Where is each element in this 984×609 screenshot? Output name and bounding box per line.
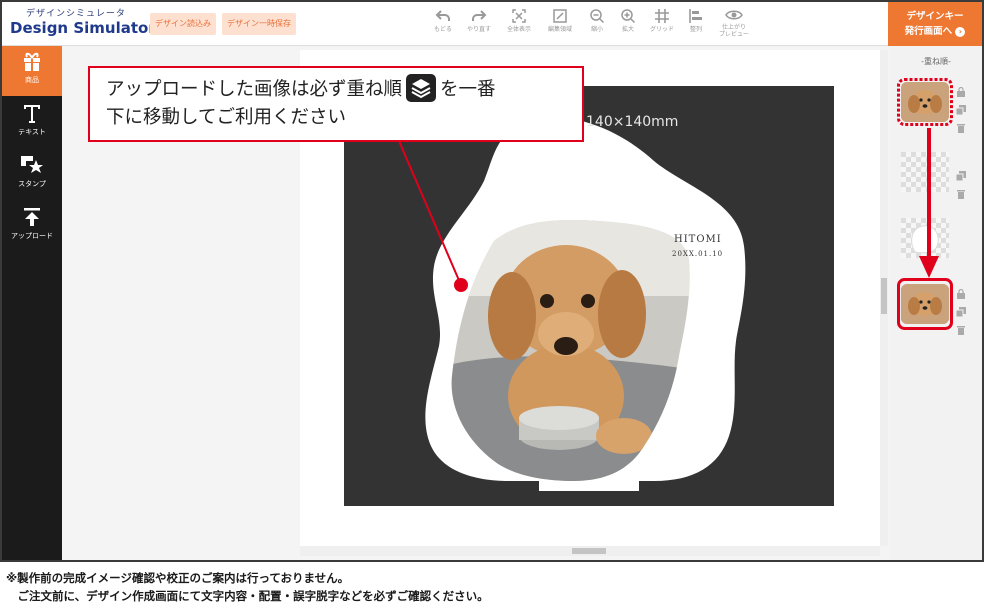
stamp-icon (21, 156, 43, 173)
vertical-scroll-thumb[interactable] (881, 278, 887, 314)
sidebar-item-stamp[interactable]: スタンプ (2, 150, 62, 200)
app-logo[interactable]: デザインシミュレータ Design Simulator (10, 6, 156, 42)
zoom-out-label: 縮小 (590, 26, 603, 33)
footnote: ※製作前の完成イメージ確認や校正のご案内は行っておりません。 ご注文前に、デザイ… (6, 569, 489, 605)
horizontal-scroll-thumb[interactable] (572, 548, 606, 554)
save-design-button[interactable]: デザイン一時保存 (222, 13, 296, 35)
cta-line-2: 発行画面へ (904, 26, 953, 37)
copy-icon[interactable] (955, 100, 966, 116)
sidebar-item-product[interactable]: 商品 (2, 46, 62, 96)
sidebar-item-label: スタンプ (18, 180, 46, 188)
eye-icon (725, 10, 743, 20)
edit-area-icon (553, 9, 567, 23)
zoom-out-button[interactable]: 縮小 (580, 6, 614, 44)
fit-all-button[interactable]: 全体表示 (502, 6, 536, 44)
zoom-in-button[interactable]: 拡大 (611, 6, 645, 44)
copy-icon[interactable] (955, 166, 966, 182)
logo-title: Design Simulator (10, 19, 156, 37)
trash-icon[interactable] (956, 320, 966, 335)
fit-all-icon (512, 9, 526, 23)
cta-line-1: デザインキー (906, 11, 964, 22)
callout-line-1: アップロードした画像は必ず重ね順 を一番 (106, 74, 582, 104)
zoom-in-label: 拡大 (621, 26, 634, 33)
edit-area-button[interactable]: 編集領域 (543, 6, 577, 44)
canvas-size-label: 140×140mm (586, 114, 679, 130)
logo-subtitle: デザインシミュレータ (26, 9, 126, 19)
align-label: 整列 (689, 26, 702, 33)
instruction-callout: アップロードした画像は必ず重ね順 を一番 下に移動してご利用ください (88, 66, 584, 142)
trash-icon[interactable] (956, 184, 966, 199)
sidebar-item-upload[interactable]: アップロード (2, 202, 62, 252)
move-down-arrow (919, 128, 939, 278)
preview-button[interactable]: 仕上がり プレビュー (717, 6, 751, 44)
zoom-out-icon (590, 9, 605, 24)
align-button[interactable]: 整列 (679, 6, 713, 44)
layer-item-photo-bottom[interactable] (897, 278, 953, 330)
sidebar-item-label: テキスト (18, 128, 46, 136)
layer-panel-title: -重ね順- (921, 57, 951, 66)
undo-label: もどる (434, 26, 452, 33)
trash-icon[interactable] (956, 118, 966, 133)
top-toolbar: デザインシミュレータ Design Simulator デザイン読込み デザイン… (2, 2, 982, 46)
layers-icon (406, 74, 437, 102)
preview-label-2: プレビュー (718, 31, 749, 38)
undo-button[interactable]: もどる (426, 6, 460, 44)
callout-line-2: 下に移動してご利用ください (106, 107, 346, 128)
upload-icon (24, 208, 40, 226)
gift-icon (24, 52, 40, 71)
lock-icon[interactable] (956, 284, 966, 299)
sidebar-item-text[interactable]: テキスト (2, 98, 62, 148)
footnote-line-2: ご注文前に、デザイン作成画面にて文字内容・配置・誤字脱字などを必ずご確認ください… (6, 589, 489, 603)
design-name-text[interactable]: HITOMI (674, 234, 722, 245)
preview-label-1: 仕上がり (721, 24, 746, 31)
text-icon (24, 105, 40, 123)
design-artwork (398, 117, 746, 491)
layer-item-photo-top[interactable] (897, 78, 953, 126)
redo-button[interactable]: やり直す (462, 6, 496, 44)
issue-design-key-button[interactable]: デザインキー 発行画面へ › (888, 2, 982, 46)
layer-order-panel: -重ね順- (890, 46, 982, 560)
edit-area-label: 編集領域 (547, 26, 572, 33)
align-icon (689, 9, 702, 23)
selection-outline (897, 78, 953, 126)
footnote-line-1: ※製作前の完成イメージ確認や校正のご案内は行っておりません。 (6, 571, 350, 585)
grid-label: グリッド (649, 26, 674, 33)
zoom-in-icon (621, 9, 636, 24)
redo-icon (472, 10, 487, 21)
callout-text-before: アップロードした画像は必ず重ね順 (106, 79, 403, 100)
design-date-text[interactable]: 20XX.01.10 (672, 250, 723, 258)
chevron-right-icon: › (955, 26, 966, 37)
sidebar-item-label: 商品 (25, 76, 39, 84)
vertical-scrollbar[interactable] (880, 50, 888, 546)
copy-icon[interactable] (955, 302, 966, 318)
callout-leader-line (398, 140, 462, 286)
lock-icon[interactable] (956, 82, 966, 97)
sidebar-item-label: アップロード (11, 232, 53, 240)
left-sidebar: 商品 テキスト スタンプ アップロード (2, 46, 62, 560)
callout-text-after: を一番 (440, 79, 496, 100)
redo-label: やり直す (466, 26, 491, 33)
grid-button[interactable]: グリッド (645, 6, 679, 44)
grid-icon (655, 9, 669, 23)
load-design-button[interactable]: デザイン読込み (150, 13, 216, 35)
undo-icon (435, 10, 450, 21)
horizontal-scrollbar[interactable] (300, 546, 880, 556)
fit-all-label: 全体表示 (506, 26, 531, 33)
